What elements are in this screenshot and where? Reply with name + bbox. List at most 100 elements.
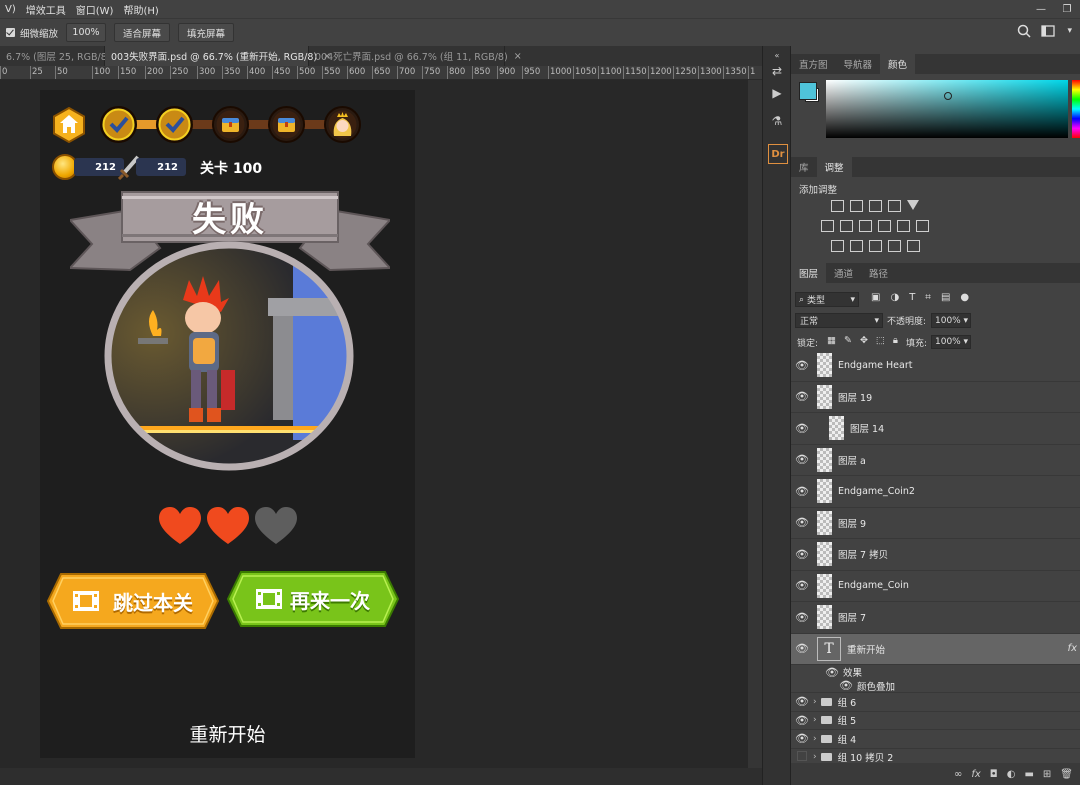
smart-object-filter-icon[interactable]: ▤ — [941, 292, 950, 303]
channel-mixer-icon[interactable] — [897, 220, 910, 232]
scrubby-zoom-checkbox[interactable] — [6, 28, 15, 37]
layer-row[interactable]: 👁︎ T 重新开始 fx — [791, 633, 1080, 665]
eye-icon[interactable]: 👁︎ — [791, 548, 813, 561]
group-row[interactable]: 👁︎ › 组 5 — [791, 712, 1080, 730]
fx-icon[interactable]: fx — [1068, 643, 1077, 654]
eye-icon[interactable]: 👁︎ — [791, 611, 813, 624]
properties-icon[interactable]: ⚗ — [768, 112, 786, 130]
menu-item-help[interactable]: 帮助(H) — [118, 2, 163, 17]
new-layer-icon[interactable]: ⊞ — [1043, 769, 1051, 780]
lock-all-icon[interactable]: 🔒︎ — [893, 335, 898, 346]
mask-icon[interactable]: ◘ — [990, 769, 998, 780]
foreground-color-swatch-front[interactable] — [799, 82, 817, 100]
eye-icon[interactable]: 👁︎ — [821, 666, 843, 679]
tab-layers[interactable]: 图层 — [791, 263, 827, 283]
curves-icon[interactable] — [869, 200, 882, 212]
tab-navigator[interactable]: 导航器 — [836, 54, 881, 74]
levels-icon[interactable] — [850, 200, 863, 212]
tab-adjustments[interactable]: 调整 — [816, 157, 852, 177]
dimension-icon[interactable]: Dr — [768, 144, 788, 164]
posterize-icon[interactable] — [850, 240, 863, 252]
canvas-workspace[interactable]: 212 212 关卡 100 失败 跳过本关 再来一次 重新开始 — [0, 80, 748, 768]
invert-icon[interactable] — [831, 240, 844, 252]
photo-filter-icon[interactable] — [878, 220, 891, 232]
adjustment-filter-icon[interactable]: ◑ — [890, 292, 899, 303]
eye-icon[interactable]: 👁︎ — [791, 453, 813, 466]
chevron-right-icon[interactable]: › — [813, 715, 817, 725]
layer-row[interactable]: 👁︎ 图层 9 — [791, 508, 1080, 539]
color-picker-handle[interactable] — [944, 92, 952, 100]
link-icon[interactable]: ∞ — [954, 769, 962, 780]
layer-row[interactable]: 👁︎ 图层 14 — [791, 413, 1080, 445]
lock-pixels-icon[interactable]: ✎ — [844, 335, 852, 346]
workspace-icon[interactable] — [1041, 24, 1057, 38]
trash-icon[interactable]: 🗑︎ — [1060, 769, 1073, 780]
exposure-icon[interactable] — [888, 200, 901, 212]
close-icon[interactable]: × — [514, 51, 522, 62]
tab-color[interactable]: 颜色 — [880, 54, 916, 74]
lock-artboard-icon[interactable]: ⬚ — [876, 335, 885, 346]
workspace-dropdown-icon[interactable]: ▾ — [1067, 26, 1072, 36]
fill-input[interactable]: 100% ▾ — [931, 335, 971, 349]
play-actions-icon[interactable]: ▶ — [768, 84, 786, 102]
home-icon[interactable] — [52, 107, 86, 143]
layer-row[interactable]: 👁︎ 图层 7 拷贝 — [791, 539, 1080, 571]
menu-item-plugins[interactable]: 增效工具 — [21, 2, 71, 17]
eye-icon[interactable]: 👁︎ — [791, 714, 813, 727]
minimize-icon[interactable]: — — [1028, 0, 1054, 18]
layer-row[interactable]: 👁︎ Endgame_Coin — [791, 571, 1080, 602]
fill-screen-button[interactable]: 填充屏幕 — [178, 23, 235, 42]
pixel-filter-icon[interactable]: ▣ — [871, 292, 880, 303]
shape-filter-icon[interactable]: ⌗ — [925, 292, 931, 303]
hue-slider[interactable] — [1072, 80, 1080, 138]
chevron-right-icon[interactable]: › — [813, 734, 817, 744]
eye-icon[interactable]: 👁︎ — [835, 679, 857, 692]
search-icon[interactable] — [1017, 24, 1031, 38]
eye-icon[interactable]: 👁︎ — [791, 485, 813, 498]
tab-document-3[interactable]: 004死亡界面.psd @ 66.7% (组 11, RGB/8) × — [309, 46, 522, 66]
tab-document-1[interactable]: 6.7% (图层 25, RGB/8)× — [0, 46, 124, 66]
eye-icon[interactable]: 👁︎ — [791, 390, 813, 403]
fit-screen-button[interactable]: 适合屏幕 — [114, 23, 171, 42]
retry-button[interactable]: 再来一次 — [227, 570, 399, 628]
eye-icon[interactable]: 👁︎ — [791, 422, 813, 435]
blend-mode-select[interactable]: 正常 ▾ — [795, 313, 883, 328]
eye-icon[interactable]: 👁︎ — [791, 359, 813, 372]
hue-saturation-icon[interactable] — [821, 220, 834, 232]
group-row[interactable]: 👁︎ › 组 6 — [791, 693, 1080, 712]
type-filter-icon[interactable]: T — [909, 292, 915, 303]
eye-icon[interactable]: 👁︎ — [791, 642, 813, 655]
menu-item-window[interactable]: 窗口(W) — [71, 2, 119, 17]
color-lookup-icon[interactable] — [916, 220, 929, 232]
adjustment-layer-icon[interactable]: ◐ — [1007, 769, 1016, 780]
gradient-map-icon[interactable] — [888, 240, 901, 252]
chevron-right-icon[interactable]: › — [813, 697, 817, 707]
fx-icon[interactable]: fx — [971, 769, 980, 780]
menu-item-view[interactable]: V) — [0, 4, 21, 15]
eye-icon[interactable]: 👁︎ — [791, 579, 813, 592]
selective-color-icon[interactable] — [907, 240, 920, 252]
chevron-right-icon[interactable]: › — [813, 752, 817, 762]
layer-row[interactable]: 👁︎ Endgame Heart — [791, 350, 1080, 382]
threshold-icon[interactable] — [869, 240, 882, 252]
artboard[interactable]: 212 212 关卡 100 失败 跳过本关 再来一次 重新开始 — [40, 90, 415, 758]
tab-histogram[interactable]: 直方图 — [791, 54, 836, 74]
history-icon[interactable]: ⇄ — [768, 62, 786, 80]
zoom-value-button[interactable]: 100% — [66, 23, 107, 42]
lock-transparency-icon[interactable]: ▦ — [827, 335, 836, 346]
tab-document-2[interactable]: 003失败界面.psd @ 66.7% (重新开始, RGB/8) × — [105, 46, 331, 66]
brightness-icon[interactable] — [831, 200, 844, 212]
lock-position-icon[interactable]: ✥ — [860, 335, 868, 346]
color-field[interactable] — [826, 80, 1068, 138]
layer-row[interactable]: 👁︎ 图层 7 — [791, 602, 1080, 634]
vertical-scrollbar[interactable] — [748, 80, 762, 768]
effects-row[interactable]: 👁︎ 效果 — [791, 665, 1080, 680]
tab-libraries[interactable]: 库 — [791, 157, 817, 177]
color-balance-icon[interactable] — [840, 220, 853, 232]
layer-row[interactable]: 👁︎ 图层 a — [791, 445, 1080, 476]
restore-icon[interactable]: ❐ — [1054, 0, 1080, 18]
layer-row[interactable]: 👁︎ 图层 19 — [791, 382, 1080, 413]
tab-channels[interactable]: 通道 — [826, 263, 861, 283]
eye-icon[interactable]: 👁︎ — [791, 695, 813, 708]
tab-paths[interactable]: 路径 — [861, 263, 896, 283]
